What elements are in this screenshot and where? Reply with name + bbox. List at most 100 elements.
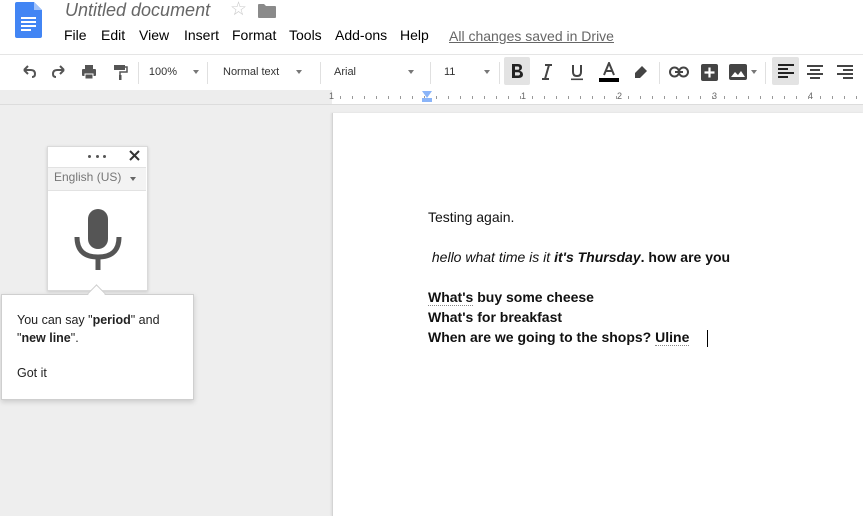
menu-tools[interactable]: Tools [289,27,322,43]
doc-text: What's [428,309,474,325]
ruler-tick [688,96,689,99]
spellcheck-word: Uline [655,329,690,346]
align-left-button[interactable] [772,57,799,85]
insert-link-button[interactable] [666,54,692,90]
ruler-tick [364,96,365,99]
menu-insert[interactable]: Insert [184,27,219,43]
ruler-tick [664,96,665,99]
ruler-tick [712,96,713,99]
ruler-tick [652,96,653,99]
ruler-tick [760,96,761,99]
ruler-number: 1 [329,91,335,101]
menu-edit[interactable]: Edit [101,27,125,43]
chevron-down-icon [130,177,136,181]
doc-text-bold: . how are you [640,249,731,265]
ruler-tick [580,96,581,99]
print-button[interactable] [77,54,101,90]
ruler-tick [820,96,821,99]
document-title[interactable]: Untitled document [65,0,210,21]
ruler-tick [604,96,605,99]
doc-line-5[interactable]: When are we going to the shops? Uline [428,329,690,346]
star-icon[interactable]: ☆ [230,0,247,21]
ruler-tick [592,96,593,99]
ruler-tick [520,96,521,99]
insert-comment-button[interactable] [697,54,721,90]
doc-text: Testing again. [428,209,515,225]
ruler-tick [556,96,557,99]
menu-addons[interactable]: Add-ons [335,27,387,43]
menu-format[interactable]: Format [232,27,276,43]
zoom-select[interactable]: 100% [146,54,202,90]
ruler-tick [508,96,509,99]
bold-button[interactable] [504,57,530,85]
ruler-tick [856,96,857,99]
ruler-tick [796,96,797,99]
ruler-tick [724,96,725,99]
align-center-icon [807,65,823,79]
doc-line-1[interactable]: Testing again. [428,209,514,225]
ruler-number: 1 [521,91,527,101]
text-cursor [707,330,708,347]
toolbar-divider [659,62,660,84]
italic-button[interactable] [535,54,559,90]
add-box-icon [700,63,718,81]
doc-text-italic: hello what time is it [428,249,555,265]
first-line-indent-marker[interactable] [422,91,432,98]
style-select[interactable]: Normal text [216,54,316,90]
align-left-icon [777,64,794,78]
chevron-down-icon [296,70,303,74]
redo-button[interactable] [47,54,71,90]
google-docs-icon[interactable] [15,2,42,38]
ruler-tick [544,96,545,99]
highlight-color-button[interactable] [629,54,653,90]
ruler-tick [784,96,785,99]
paint-format-button[interactable] [108,54,132,90]
underline-button[interactable] [565,54,589,90]
insert-image-button[interactable] [725,54,761,90]
text-color-button[interactable] [596,54,622,90]
text-color-icon [599,62,619,82]
ruler-tick [496,96,497,99]
align-center-button[interactable] [803,54,827,90]
menu-help[interactable]: Help [400,27,429,43]
undo-icon [23,65,37,78]
close-icon[interactable] [129,150,140,161]
doc-line-2[interactable]: hello what time is it it's Thursday. how… [428,249,730,265]
redo-icon [51,65,65,78]
underline-icon [571,64,583,80]
ruler-tick [448,96,449,99]
chevron-down-icon [193,70,200,74]
document-page[interactable] [332,113,863,516]
font-size-value: 11 [444,66,456,78]
menu-view[interactable]: View [139,27,169,43]
tooltip-text: You can say " [17,313,93,327]
got-it-button[interactable]: Got it [17,366,47,380]
font-select[interactable]: Arial [328,54,420,90]
menu-file[interactable]: File [64,27,87,43]
save-status-link[interactable]: All changes saved in Drive [449,28,614,44]
doc-text-bold-italic: it's Thursday [554,249,641,265]
doc-line-3[interactable]: What's buy some cheese [428,289,594,306]
drag-handle-icon[interactable] [88,150,106,162]
doc-line-4[interactable]: What's for breakfast [428,309,562,325]
chevron-down-icon [408,70,415,74]
folder-icon[interactable] [258,4,276,18]
style-value: Normal text [223,66,280,78]
toolbar-divider [207,62,208,84]
ruler-tick [640,96,641,99]
tooltip-keyword: new line [21,331,71,345]
left-indent-marker[interactable] [422,98,432,102]
microphone-icon[interactable] [74,209,122,270]
chevron-down-icon [484,70,491,74]
align-right-button[interactable] [833,54,857,90]
voice-typing-tooltip [1,294,194,400]
ruler-tick [460,96,461,99]
ruler-tick [484,96,485,99]
ruler-tick [616,96,617,99]
ruler-tick [412,96,413,99]
image-icon [729,64,747,80]
font-size-select[interactable]: 11 [438,54,494,90]
tooltip-message: You can say "period" and "new line". [17,311,187,347]
undo-button[interactable] [17,54,41,90]
tooltip-text: ". [70,331,79,345]
